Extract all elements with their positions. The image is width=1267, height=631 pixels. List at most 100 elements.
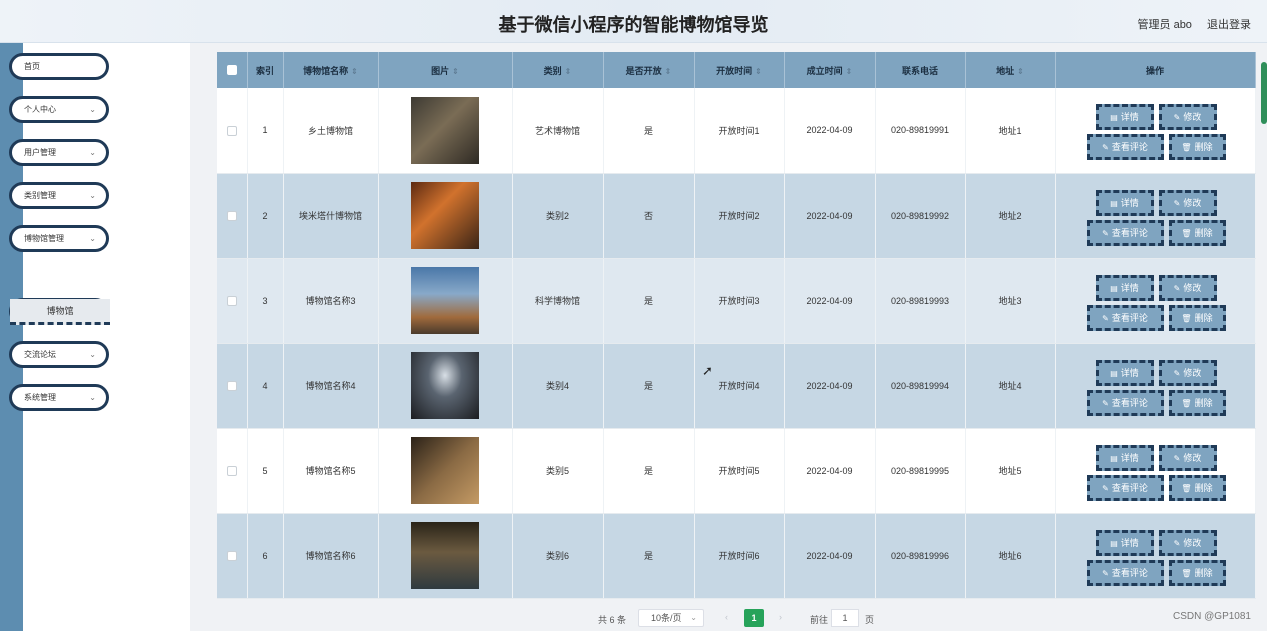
sidebar-item-8[interactable]: 系统管理 ⌄ [9, 384, 109, 411]
column-header-label: 开放时间 [716, 65, 753, 76]
view-comments-button[interactable]: ✎ 查看评论 [1086, 474, 1164, 501]
row-actions: ▤ 详情 ✎ 修改 ✎ 查看评论 🗑 删除 [1056, 441, 1256, 501]
sort-icon[interactable]: ⇕ [755, 67, 762, 76]
next-page-icon[interactable]: › [779, 612, 782, 622]
detail-button[interactable]: ▤ 详情 [1095, 359, 1154, 386]
column-header-9[interactable]: 地址 ⇕ [965, 52, 1056, 88]
edit-button[interactable]: ✎ 修改 [1158, 274, 1217, 301]
chevron-down-icon: ⌄ [690, 613, 697, 622]
goto-page-input[interactable]: 1 [831, 609, 859, 627]
sidebar-subitem-museum[interactable]: 博物馆 [10, 299, 110, 325]
edit-button[interactable]: ✎ 修改 [1158, 444, 1217, 471]
sort-icon[interactable]: ⇕ [665, 67, 672, 76]
select-all-checkbox[interactable] [226, 65, 237, 76]
chevron-down-icon: ⌄ [89, 191, 96, 200]
action-label: 删除 [1194, 397, 1213, 408]
action-label: 修改 [1183, 197, 1202, 208]
view-comments-button[interactable]: ✎ 查看评论 [1086, 559, 1164, 586]
image-cell [378, 343, 513, 429]
page-size-select[interactable]: 10条/页 ⌄ [638, 609, 704, 627]
page-size-value: 10条/页 [651, 613, 682, 623]
museum-photo [411, 352, 479, 419]
cell-phone: 020-89819995 [875, 428, 966, 514]
table-row: 3 博物馆名称3 科学博物馆是开放时间3 2022-04-09 020-89819993… [217, 258, 1256, 344]
row-checkbox[interactable] [226, 465, 237, 476]
edit-button[interactable]: ✎ 修改 [1158, 189, 1217, 216]
edit-icon: ✎ [1102, 228, 1109, 238]
pagination: 共 6 条 10条/页 ⌄ ‹ 1 › 前往 1 页 [190, 608, 1267, 628]
action-label: 查看评论 [1111, 312, 1148, 323]
row-checkbox[interactable] [226, 295, 237, 306]
column-header-2[interactable]: 博物馆名称 ⇕ [283, 52, 379, 88]
column-header-4[interactable]: 类别 ⇕ [512, 52, 604, 88]
column-header-3[interactable]: 图片 ⇕ [378, 52, 513, 88]
cell-open: 是 [603, 88, 695, 174]
scrollbar[interactable] [1261, 62, 1267, 124]
user-label: 管理员 abo [1137, 19, 1192, 31]
sidebar-item-4[interactable]: 类别管理 ⌄ [9, 182, 109, 209]
table-row: 1 乡土博物馆 艺术博物馆是开放时间1 2022-04-09 020-89819991 地… [217, 88, 1256, 174]
page-number-current[interactable]: 1 [744, 609, 764, 627]
cell-open: 是 [603, 513, 695, 599]
sidebar-item-7[interactable]: 交流论坛 ⌄ [9, 341, 109, 368]
trash-icon: 🗑 [1181, 313, 1192, 323]
detail-button[interactable]: ▤ 详情 [1095, 444, 1154, 471]
prev-page-icon[interactable]: ‹ [725, 612, 728, 622]
cell-phone: 020-89819992 [875, 173, 966, 259]
column-header-5[interactable]: 是否开放 ⇕ [603, 52, 695, 88]
row-select-cell [217, 513, 248, 599]
cell-index: 2 [247, 173, 284, 259]
delete-button[interactable]: 🗑 删除 [1168, 134, 1226, 161]
cell-address: 地址2 [965, 173, 1056, 259]
sidebar-item-5[interactable]: 博物馆管理 ⌄ [9, 225, 109, 252]
column-header-7[interactable]: 成立时间 ⇕ [784, 52, 876, 88]
row-select-cell [217, 428, 248, 514]
detail-button[interactable]: ▤ 详情 [1095, 104, 1154, 131]
delete-button[interactable]: 🗑 删除 [1168, 219, 1226, 246]
museum-table-wrapper: 索引 博物馆名称 ⇕ 图片 ⇕ 类别 ⇕ 是否开放 ⇕ 开放时间 ⇕ 成立时间 ⇕ 联系电话 地址 ⇕ 操作 1… [217, 52, 1256, 599]
cell-name: 博物馆名称3 [283, 258, 379, 344]
detail-button[interactable]: ▤ 详情 [1095, 274, 1154, 301]
logout-link[interactable]: 退出登录 [1207, 19, 1251, 31]
action-label: 修改 [1183, 282, 1202, 293]
sidebar-item-2[interactable]: 个人中心 ⌄ [9, 96, 109, 123]
edit-button[interactable]: ✎ 修改 [1158, 529, 1217, 556]
view-comments-button[interactable]: ✎ 查看评论 [1086, 134, 1164, 161]
delete-button[interactable]: 🗑 删除 [1168, 389, 1226, 416]
column-header-6[interactable]: 开放时间 ⇕ [694, 52, 785, 88]
row-checkbox[interactable] [226, 380, 237, 391]
delete-button[interactable]: 🗑 删除 [1168, 304, 1226, 331]
table-row: 4 博物馆名称4 类别4 是开放时间4 2022-04-09 020-89819994 地址… [217, 343, 1256, 429]
sort-icon[interactable]: ⇕ [452, 67, 459, 76]
detail-button[interactable]: ▤ 详情 [1095, 529, 1154, 556]
column-header-label: 图片 [431, 65, 450, 76]
main-content: 索引 博物馆名称 ⇕ 图片 ⇕ 类别 ⇕ 是否开放 ⇕ 开放时间 ⇕ 成立时间 ⇕ 联系电话 地址 ⇕ 操作 1… [190, 43, 1267, 631]
image-cell [378, 258, 513, 344]
view-comments-button[interactable]: ✎ 查看评论 [1086, 219, 1164, 246]
detail-button[interactable]: ▤ 详情 [1095, 189, 1154, 216]
edit-button[interactable]: ✎ 修改 [1158, 359, 1217, 386]
edit-button[interactable]: ✎ 修改 [1158, 104, 1217, 131]
view-comments-button[interactable]: ✎ 查看评论 [1086, 389, 1164, 416]
delete-button[interactable]: 🗑 删除 [1168, 474, 1226, 501]
sidebar-item-1[interactable]: 首页 [9, 53, 109, 80]
table-row: 2 埃米塔什博物馆 类别2 否开放时间2 2022-04-09 020-89819992 地… [217, 173, 1256, 259]
column-header-label: 联系电话 [901, 65, 938, 76]
sidebar-item-3[interactable]: 用户管理 ⌄ [9, 139, 109, 166]
cell-category: 艺术博物馆 [512, 88, 604, 174]
sort-icon[interactable]: ⇕ [351, 67, 358, 76]
actions-cell: ▤ 详情 ✎ 修改 ✎ 查看评论 🗑 删除 [1055, 258, 1256, 344]
museum-photo [411, 437, 479, 504]
sort-icon[interactable]: ⇕ [1017, 67, 1024, 76]
view-comments-button[interactable]: ✎ 查看评论 [1086, 304, 1164, 331]
delete-button[interactable]: 🗑 删除 [1168, 559, 1226, 586]
sort-icon[interactable]: ⇕ [565, 67, 572, 76]
edit-icon: ✎ [1102, 313, 1109, 323]
table-row: 5 博物馆名称5 类别5 是开放时间5 2022-04-09 020-89819995 地址… [217, 428, 1256, 514]
row-checkbox[interactable] [226, 550, 237, 561]
cell-category: 类别2 [512, 173, 604, 259]
row-checkbox[interactable] [226, 125, 237, 136]
row-checkbox[interactable] [226, 210, 237, 221]
sort-icon[interactable]: ⇕ [846, 67, 853, 76]
cell-name: 埃米塔什博物馆 [283, 173, 379, 259]
